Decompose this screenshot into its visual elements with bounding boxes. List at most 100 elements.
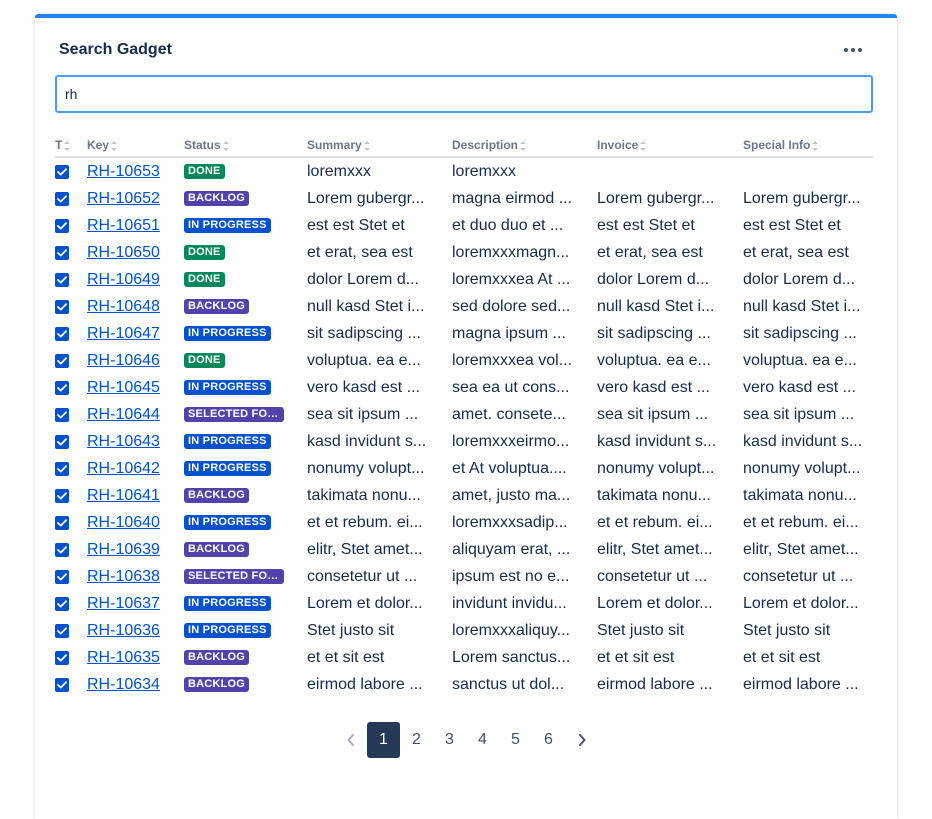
checkmark-icon [57,275,67,283]
issue-key-link[interactable]: RH-10652 [87,190,160,207]
row-checkbox[interactable] [55,677,69,692]
row-checkbox[interactable] [55,650,69,665]
issue-key-link[interactable]: RH-10639 [87,541,160,558]
issue-key-link[interactable]: RH-10642 [87,460,160,477]
row-checkbox-cell [55,671,87,698]
invoice-cell: elitr, Stet amet... [597,540,713,558]
issue-key-link[interactable]: RH-10650 [87,244,160,261]
pagination: 123456 [35,721,897,759]
row-checkbox[interactable] [55,407,69,422]
page-button[interactable]: 4 [466,722,499,758]
issue-key-link[interactable]: RH-10640 [87,514,160,531]
more-actions-button[interactable] [839,38,867,62]
row-checkbox[interactable] [55,623,69,638]
table-row: RH-10643 IN PROGRESS kasd invidunt s... lor… [55,428,873,455]
summary-cell: nonumy volupt... [307,459,425,477]
row-checkbox[interactable] [55,596,69,611]
issue-key-link[interactable]: RH-10649 [87,271,160,288]
issue-key-link[interactable]: RH-10638 [87,568,160,585]
row-checkbox[interactable] [55,299,69,314]
summary-cell: loremxxx [307,162,372,180]
special-info-cell: elitr, Stet amet... [743,540,859,558]
column-header-special-info[interactable]: Special Info [743,134,873,158]
special-info-cell: null kasd Stet i... [743,297,861,315]
page-button[interactable]: 5 [499,722,532,758]
checkmark-icon [57,302,67,310]
issue-key-link[interactable]: RH-10634 [87,676,160,693]
issue-key-link[interactable]: RH-10653 [87,163,160,180]
column-header-invoice[interactable]: Invoice [597,134,743,158]
table-row: RH-10645 IN PROGRESS vero kasd est ... sea … [55,374,873,401]
row-checkbox[interactable] [55,272,69,287]
column-header-type[interactable]: T [55,134,87,158]
issue-key-link[interactable]: RH-10641 [87,487,160,504]
row-checkbox[interactable] [55,245,69,260]
row-checkbox[interactable] [55,164,69,179]
row-checkbox[interactable] [55,569,69,584]
row-checkbox[interactable] [55,218,69,233]
status-badge: BACKLOG [184,649,250,665]
description-cell: loremxxxmagn... [452,243,570,261]
row-checkbox[interactable] [55,488,69,503]
issue-key-link[interactable]: RH-10645 [87,379,160,396]
summary-cell: consetetur ut ... [307,567,418,585]
row-checkbox[interactable] [55,461,69,476]
sort-icon [640,140,647,151]
invoice-cell: nonumy volupt... [597,459,715,477]
column-header-description[interactable]: Description [452,134,597,158]
row-checkbox[interactable] [55,380,69,395]
status-badge: IN PROGRESS [184,595,271,611]
issue-key-link[interactable]: RH-10651 [87,217,160,234]
next-page-button[interactable] [565,722,598,758]
issue-key-link[interactable]: RH-10648 [87,298,160,315]
issue-key-link[interactable]: RH-10635 [87,649,160,666]
checkmark-icon [57,491,67,499]
row-checkbox-cell [55,320,87,347]
checkmark-icon [57,167,67,175]
status-cell: BACKLOG [184,671,307,698]
search-input[interactable] [55,75,873,113]
key-cell: RH-10649 [87,266,184,293]
status-cell: IN PROGRESS [184,428,307,455]
status-badge: IN PROGRESS [184,460,271,476]
row-checkbox[interactable] [55,353,69,368]
key-cell: RH-10634 [87,671,184,698]
column-header-status[interactable]: Status [184,134,307,158]
sort-icon [111,140,118,151]
row-checkbox[interactable] [55,515,69,530]
checkmark-icon [57,437,67,445]
issue-key-link[interactable]: RH-10636 [87,622,160,639]
issue-key-link[interactable]: RH-10637 [87,595,160,612]
checkmark-icon [57,626,67,634]
checkmark-icon [57,194,67,202]
column-header-key[interactable]: Key [87,134,184,158]
table-row: RH-10647 IN PROGRESS sit sadipscing ... mag… [55,320,873,347]
description-cell: sed dolore sed... [452,297,571,315]
status-cell: IN PROGRESS [184,590,307,617]
row-checkbox[interactable] [55,542,69,557]
issue-key-link[interactable]: RH-10644 [87,406,160,423]
page-button[interactable]: 3 [433,722,466,758]
summary-cell: et et rebum. ei... [307,513,423,531]
row-checkbox[interactable] [55,326,69,341]
column-header-summary[interactable]: Summary [307,134,452,158]
table-row: RH-10640 IN PROGRESS et et rebum. ei... lor… [55,509,873,536]
invoice-cell: est est Stet et [597,216,695,234]
table-row: RH-10653 DONE loremxxx loremxxx [55,157,873,185]
page-button[interactable]: 1 [367,722,400,758]
page-button[interactable]: 6 [532,722,565,758]
sort-icon [812,140,819,151]
description-cell: loremxxx [452,162,517,180]
row-checkbox[interactable] [55,434,69,449]
status-badge: BACKLOG [184,487,250,503]
page-list: 123456 [367,722,565,758]
row-checkbox[interactable] [55,191,69,206]
summary-cell: sea sit ipsum ... [307,405,419,423]
table-row: RH-10651 IN PROGRESS est est Stet et et duo… [55,212,873,239]
issue-key-link[interactable]: RH-10646 [87,352,160,369]
previous-page-button[interactable] [334,722,367,758]
key-cell: RH-10639 [87,536,184,563]
page-button[interactable]: 2 [400,722,433,758]
issue-key-link[interactable]: RH-10643 [87,433,160,450]
issue-key-link[interactable]: RH-10647 [87,325,160,342]
